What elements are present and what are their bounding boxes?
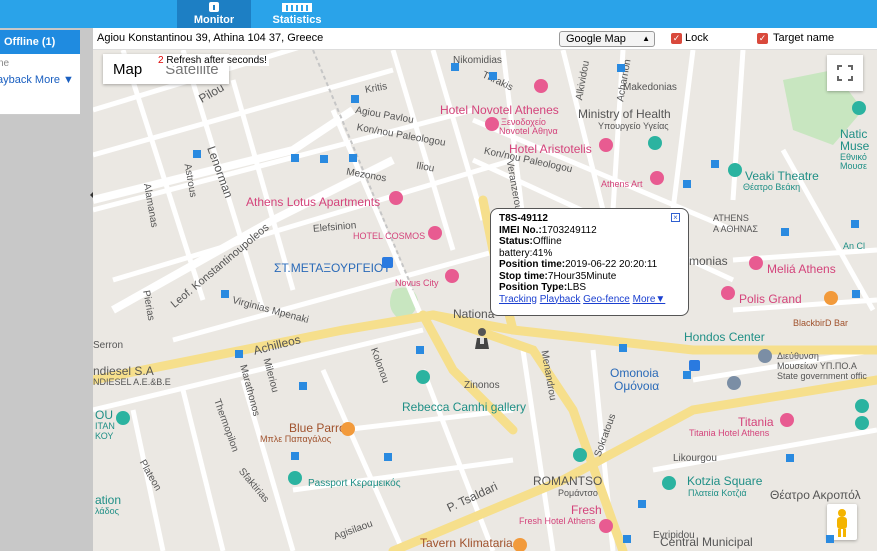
popup-position-time-value: 2019-06-22 20:20:11 [565,259,658,270]
statistics-icon [282,3,312,12]
map-pins [116,63,869,551]
popup-tracking-link[interactable]: Tracking [499,294,537,305]
map-provider-value: Google Map [566,33,626,45]
current-address: Agiou Konstantinou 39, Athina 104 37, Gr… [97,32,324,44]
offline-group-header[interactable]: Offline (1) [0,30,80,54]
popup-close-icon[interactable]: × [671,213,680,222]
map-canvas[interactable]: Map Satellite 2 Refresh after seconds! K… [93,50,877,551]
monitor-icon [209,2,219,12]
lock-checkbox[interactable]: ✓ [671,33,682,44]
tab-monitor[interactable]: Monitor [177,0,251,28]
vehicle-marker-icon[interactable] [473,327,491,351]
left-panel: Offline (1) ne ayback More ▼ [0,28,93,551]
target-name-label: Target name [773,32,835,44]
popup-stop-time-label: Stop time: [499,270,548,282]
popup-battery: battery:41% [499,247,553,259]
popup-position-time-label: Position time: [499,259,566,270]
device-list-playback-more-link[interactable]: ayback More ▼ [0,74,74,86]
popup-stop-time-value: 7Hour35Minute [547,270,617,282]
target-name-checkbox[interactable]: ✓ [757,33,768,44]
tab-monitor-label: Monitor [193,14,235,26]
tab-statistics[interactable]: Statistics [260,0,334,28]
popup-geofence-link[interactable]: Geo-fence [583,294,630,305]
popup-status-value: Offline [532,236,562,247]
device-info-popup: × T8S-49112 IMEI No.:1703249112 Status:O… [490,208,689,316]
tab-statistics-label: Statistics [272,14,322,26]
popup-more-link[interactable]: More▼ [633,294,666,305]
map-toolbar: Agiou Konstantinou 39, Athina 104 37, Gr… [93,28,877,57]
lock-label: Lock [685,32,709,44]
popup-position-type-label: Position Type: [499,282,568,293]
popup-playback-link[interactable]: Playback [540,294,581,305]
popup-status-label: Status: [499,236,533,247]
popup-position-type-value: LBS [567,282,587,293]
device-list: ne ayback More ▼ [0,54,80,115]
top-nav-bar: Monitor Statistics [0,0,877,28]
popup-device-id: T8S-49112 [499,213,548,224]
map-provider-select[interactable]: Google Map ▲▼ [559,31,655,57]
device-list-name[interactable]: ne [0,58,9,69]
popup-imei-label: IMEI No.: [499,224,542,236]
popup-imei-value: 1703249112 [541,224,597,236]
